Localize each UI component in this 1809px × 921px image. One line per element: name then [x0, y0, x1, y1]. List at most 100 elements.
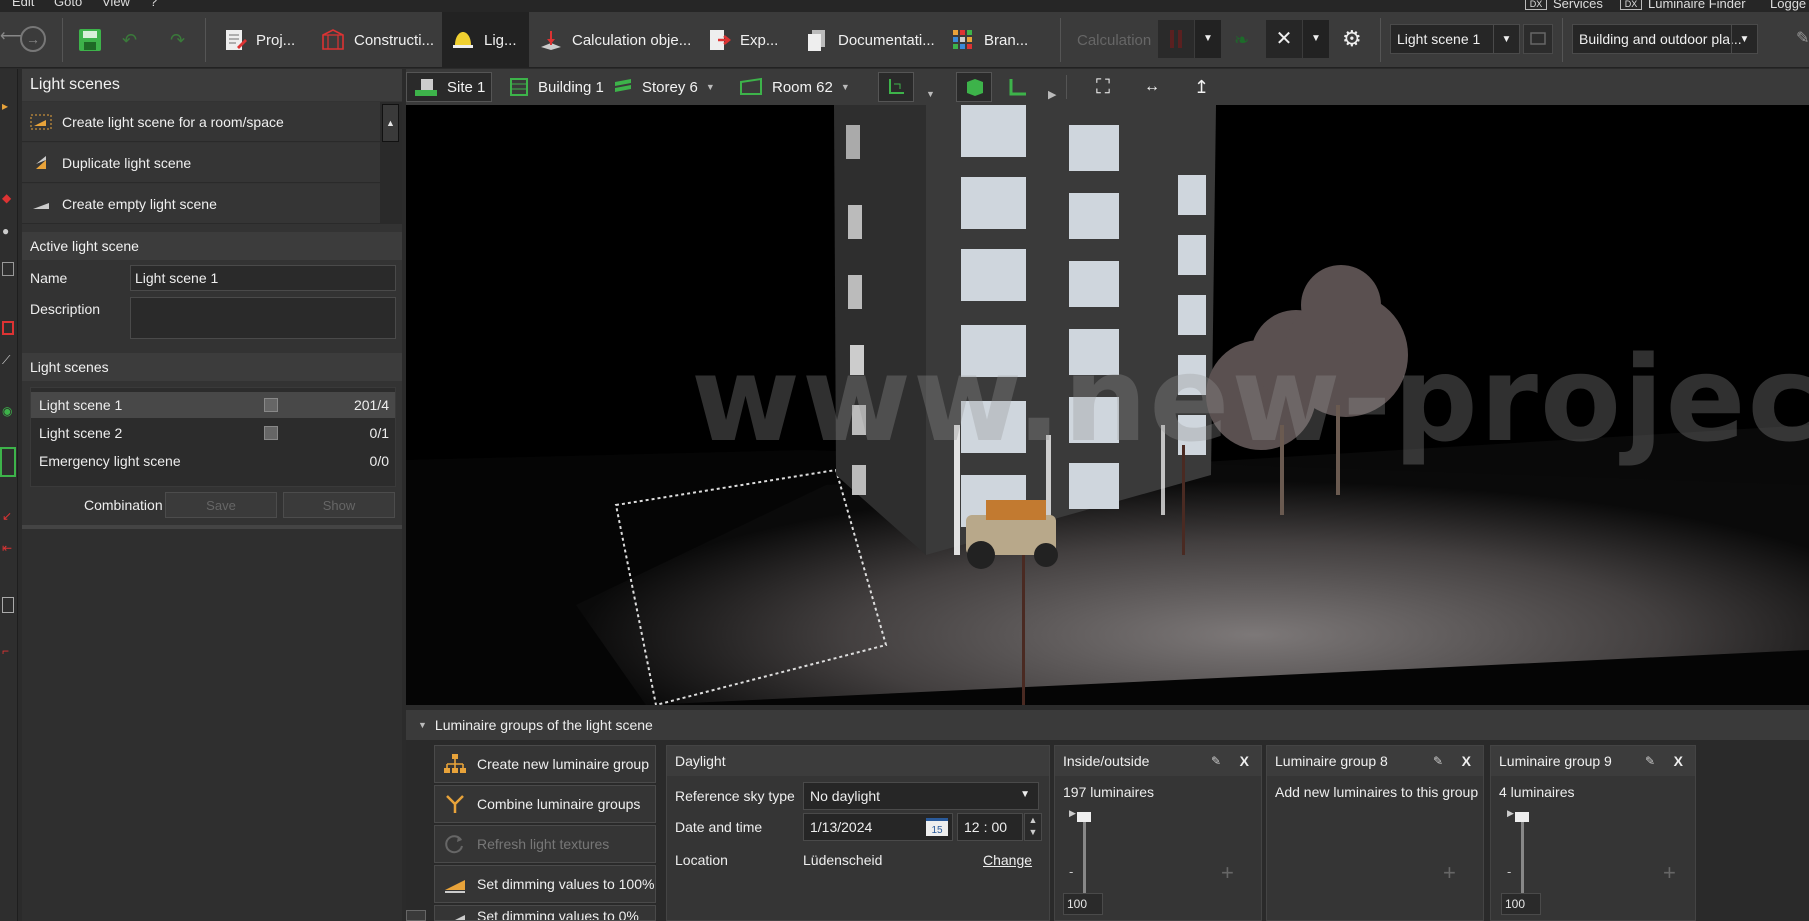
edit-pencil-icon[interactable]: ✎: [1645, 754, 1655, 768]
edit-pencil-icon[interactable]: ✎: [1211, 754, 1221, 768]
luminaire-groups-header[interactable]: ▼ Luminaire groups of the light scene: [406, 710, 1809, 740]
back-icon[interactable]: ⟵: [0, 26, 23, 54]
scene-preview-icon[interactable]: [1523, 24, 1553, 54]
pencil-icon[interactable]: ✎: [1796, 28, 1809, 48]
combine-luminaire-groups-button[interactable]: Combine luminaire groups: [434, 785, 656, 823]
red-tool-icon[interactable]: ↙: [2, 509, 12, 523]
watermark-text: www.new-project.ir: [691, 330, 1809, 468]
menu-help[interactable]: ?: [150, 0, 157, 9]
scroll-up-icon[interactable]: ▲: [382, 104, 399, 142]
set-dimming-0-button[interactable]: Set dimming values to 0%: [434, 905, 656, 921]
close-icon[interactable]: X: [1240, 753, 1249, 769]
room-button[interactable]: Room 62 ▼: [732, 72, 856, 102]
close-icon[interactable]: X: [1462, 753, 1471, 769]
add-plus-icon[interactable]: +: [1663, 860, 1676, 886]
undo-icon[interactable]: ↶: [122, 30, 137, 51]
frame-tool-icon[interactable]: [2, 597, 14, 613]
time-stepper[interactable]: ▲ ▼: [1024, 813, 1042, 841]
axis-icon[interactable]: ↥: [1188, 72, 1215, 102]
red-arrow-tool-icon[interactable]: ⇤: [2, 541, 12, 555]
scene-checkbox[interactable]: [264, 398, 278, 412]
date-field[interactable]: 1/13/2024 15: [803, 813, 953, 841]
create-luminaire-group-button[interactable]: Create new luminaire group: [434, 745, 656, 783]
dimming-value-field[interactable]: 100: [1063, 893, 1103, 915]
actions-scrollbar[interactable]: ▲: [380, 102, 402, 224]
green-rect-tool-icon[interactable]: [0, 447, 16, 477]
light-scene-select[interactable]: Light scene 1 ▼: [1390, 24, 1520, 54]
add-plus-icon[interactable]: +: [1443, 860, 1456, 886]
set-dimming-100-button[interactable]: Set dimming values to 100%: [434, 865, 656, 903]
close-icon[interactable]: X: [1674, 753, 1683, 769]
settings-gear-icon[interactable]: ⚙: [1342, 26, 1362, 52]
expand-toggle[interactable]: [406, 910, 426, 921]
fit-view-icon[interactable]: ⛶: [1090, 72, 1116, 102]
door-tool-icon[interactable]: [2, 262, 14, 276]
daylight-title: Daylight: [667, 746, 1049, 776]
login-link[interactable]: Logge: [1770, 0, 1806, 11]
floor-plan-icon: [889, 79, 904, 94]
list-item[interactable]: Emergency light scene 0/0: [31, 448, 395, 474]
description-field[interactable]: [130, 297, 396, 339]
services-link[interactable]: DX Services: [1525, 0, 1603, 11]
red-small-tool-icon[interactable]: ⌐: [2, 644, 9, 658]
3d-view-button[interactable]: [956, 72, 992, 102]
measure-icon[interactable]: ↔: [1138, 72, 1166, 102]
menu-goto[interactable]: Goto: [54, 0, 82, 9]
collapse-chevron-icon[interactable]: ▼: [418, 720, 427, 730]
refresh-light-textures-button[interactable]: Refresh light textures: [434, 825, 656, 863]
storey-button[interactable]: Storey 6 ▼: [606, 72, 721, 102]
floor-plan-button[interactable]: [878, 72, 914, 102]
time-field[interactable]: 12 : 00: [957, 813, 1023, 841]
building-button[interactable]: Building 1: [502, 72, 610, 102]
cancel-calculation-icon[interactable]: ✕: [1266, 20, 1302, 58]
cancel-dropdown-icon[interactable]: ▼: [1303, 20, 1329, 58]
view-select[interactable]: Building and outdoor pla... ▼: [1572, 24, 1758, 54]
tab-project[interactable]: Proj...: [214, 12, 303, 68]
list-item[interactable]: Light scene 2 0/1: [31, 420, 395, 446]
sky-type-select[interactable]: No daylight ▼: [803, 782, 1039, 810]
tab-documentation[interactable]: Documentati...: [796, 12, 943, 68]
site-button[interactable]: Site 1: [406, 72, 493, 102]
rect-tool-icon[interactable]: [2, 321, 14, 335]
tab-light[interactable]: Lig...: [442, 12, 529, 68]
calculation-label[interactable]: Calculation: [1077, 32, 1151, 49]
luminaire-tool-icon[interactable]: ◆: [2, 191, 11, 205]
circle-tool-icon[interactable]: ●: [2, 224, 9, 238]
scene-checkbox[interactable]: [264, 426, 278, 440]
menu-view[interactable]: View: [102, 0, 130, 9]
save-icon[interactable]: [78, 28, 102, 52]
edit-pencil-icon[interactable]: ✎: [1433, 754, 1443, 768]
change-location-link[interactable]: Change: [983, 852, 1032, 868]
create-scene-for-room-button[interactable]: Create light scene for a room/space: [22, 102, 380, 142]
corner-view-button[interactable]: [1000, 72, 1036, 102]
calendar-icon[interactable]: 15: [926, 818, 948, 836]
list-item[interactable]: Light scene 1 201/4: [31, 392, 395, 418]
arrow-tool-icon[interactable]: ▸: [2, 99, 8, 113]
chevron-down-icon[interactable]: ▼: [706, 82, 715, 92]
show-combination-button[interactable]: Show: [283, 492, 395, 518]
add-plus-icon[interactable]: +: [1221, 860, 1234, 886]
calculation-dropdown-icon[interactable]: ▼: [1195, 20, 1221, 58]
line-tool-icon[interactable]: ⟋: [2, 353, 10, 368]
luminaire-finder-link[interactable]: DX Luminaire Finder: [1620, 0, 1746, 11]
3d-viewport[interactable]: www.new-project.ir: [406, 105, 1809, 705]
save-combination-button[interactable]: Save: [165, 492, 277, 518]
chevron-down-icon[interactable]: ▼: [841, 82, 850, 92]
redo-icon[interactable]: ↷: [170, 30, 185, 51]
duplicate-scene-button[interactable]: Duplicate light scene: [22, 143, 380, 183]
tab-calculation-objects[interactable]: Calculation obje...: [530, 12, 699, 68]
dimming-value-field[interactable]: 100: [1501, 893, 1541, 915]
forward-circle-icon[interactable]: →: [20, 26, 46, 52]
dimming-slider-thumb[interactable]: [1515, 812, 1529, 822]
tab-export[interactable]: Exp...: [698, 12, 786, 68]
tab-branding[interactable]: Bran...: [942, 12, 1036, 68]
tab-construction[interactable]: Constructi...: [312, 12, 442, 68]
create-empty-scene-label: Create empty light scene: [62, 195, 217, 212]
calculation-run-button[interactable]: [1158, 20, 1194, 58]
green-tool-icon[interactable]: ◉: [2, 404, 12, 418]
dimming-slider-thumb[interactable]: [1077, 812, 1091, 822]
leaf-icon[interactable]: ❧: [1234, 30, 1249, 51]
name-field[interactable]: Light scene 1: [130, 265, 396, 291]
create-empty-scene-button[interactable]: Create empty light scene: [22, 184, 380, 224]
menu-edit[interactable]: Edit: [12, 0, 34, 9]
